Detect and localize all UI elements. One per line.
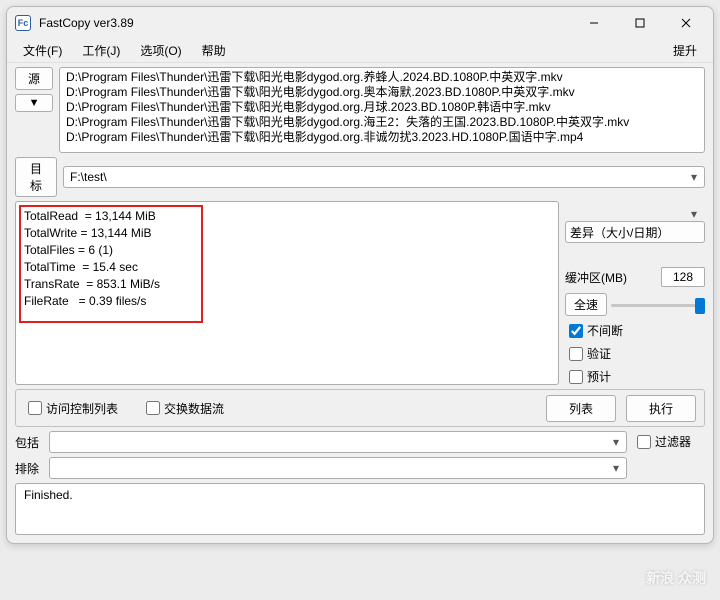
- close-button[interactable]: [663, 9, 709, 37]
- estimate-checkbox[interactable]: [569, 370, 583, 384]
- app-window: Fc FastCopy ver3.89 文件(F) 工作(J) 选项(O) 帮助…: [6, 6, 714, 544]
- verify-check-row[interactable]: 验证: [565, 345, 705, 362]
- menu-file[interactable]: 文件(F): [13, 39, 72, 62]
- nonstop-label: 不间断: [587, 322, 623, 339]
- include-label: 包括: [15, 434, 43, 451]
- slider-thumb[interactable]: [695, 298, 705, 314]
- verify-label: 验证: [587, 345, 611, 362]
- nonstop-check-row[interactable]: 不间断: [565, 322, 705, 339]
- filter-check-row[interactable]: 过滤器: [633, 433, 691, 450]
- stats-text: TotalRead = 13,144 MiB TotalWrite = 13,1…: [24, 209, 160, 308]
- source-file[interactable]: D:\Program Files\Thunder\迅雷下载\阳光电影dygod.…: [66, 85, 698, 100]
- acl-checkbox[interactable]: [28, 401, 42, 415]
- source-file[interactable]: D:\Program Files\Thunder\迅雷下载\阳光电影dygod.…: [66, 130, 698, 145]
- mode-select[interactable]: [565, 221, 705, 243]
- speed-slider[interactable]: [611, 296, 705, 314]
- list-button[interactable]: 列表: [546, 395, 616, 422]
- buffer-label: 缓冲区(MB): [565, 269, 657, 286]
- altstream-checkbox[interactable]: [146, 401, 160, 415]
- source-button[interactable]: 源: [15, 67, 53, 90]
- menu-job[interactable]: 工作(J): [72, 39, 130, 62]
- menu-options[interactable]: 选项(O): [130, 39, 191, 62]
- exclude-label: 排除: [15, 460, 43, 477]
- window-title: FastCopy ver3.89: [39, 16, 571, 30]
- options-row: 访问控制列表 交换数据流 列表 执行: [15, 389, 705, 427]
- include-input[interactable]: [49, 431, 627, 453]
- status-panel: Finished.: [15, 483, 705, 535]
- acl-label: 访问控制列表: [46, 400, 118, 417]
- fullspeed-button[interactable]: 全速: [565, 293, 607, 316]
- source-file[interactable]: D:\Program Files\Thunder\迅雷下载\阳光电影dygod.…: [66, 100, 698, 115]
- source-file[interactable]: D:\Program Files\Thunder\迅雷下载\阳光电影dygod.…: [66, 70, 698, 85]
- verify-checkbox[interactable]: [569, 347, 583, 361]
- status-text: Finished.: [24, 488, 73, 502]
- filter-checkbox[interactable]: [637, 435, 651, 449]
- buffer-input[interactable]: [661, 267, 705, 287]
- execute-button[interactable]: 执行: [626, 395, 696, 422]
- app-icon: Fc: [15, 15, 31, 31]
- dest-button[interactable]: 目标: [15, 157, 57, 197]
- menu-boost[interactable]: 提升: [663, 39, 707, 62]
- menu-bar: 文件(F) 工作(J) 选项(O) 帮助 提升: [7, 39, 713, 63]
- nonstop-checkbox[interactable]: [569, 324, 583, 338]
- exclude-input[interactable]: [49, 457, 627, 479]
- filter-label: 过滤器: [655, 433, 691, 450]
- altstream-label: 交换数据流: [164, 400, 224, 417]
- menu-help[interactable]: 帮助: [192, 39, 236, 62]
- source-list[interactable]: D:\Program Files\Thunder\迅雷下载\阳光电影dygod.…: [59, 67, 705, 153]
- maximize-button[interactable]: [617, 9, 663, 37]
- minimize-button[interactable]: [571, 9, 617, 37]
- altstream-check-row[interactable]: 交换数据流: [142, 400, 224, 417]
- stats-panel: TotalRead = 13,144 MiB TotalWrite = 13,1…: [15, 201, 559, 385]
- estimate-label: 预计: [587, 368, 611, 385]
- acl-check-row[interactable]: 访问控制列表: [24, 400, 118, 417]
- watermark: 新浪 众测: [646, 568, 706, 588]
- dest-input[interactable]: [63, 166, 705, 188]
- right-panel: ▾ 缓冲区(MB) 全速 不间断: [565, 201, 705, 385]
- source-file[interactable]: D:\Program Files\Thunder\迅雷下载\阳光电影dygod.…: [66, 115, 698, 130]
- source-expand-button[interactable]: ▼: [15, 94, 53, 112]
- estimate-check-row[interactable]: 预计: [565, 368, 705, 385]
- title-bar[interactable]: Fc FastCopy ver3.89: [7, 7, 713, 39]
